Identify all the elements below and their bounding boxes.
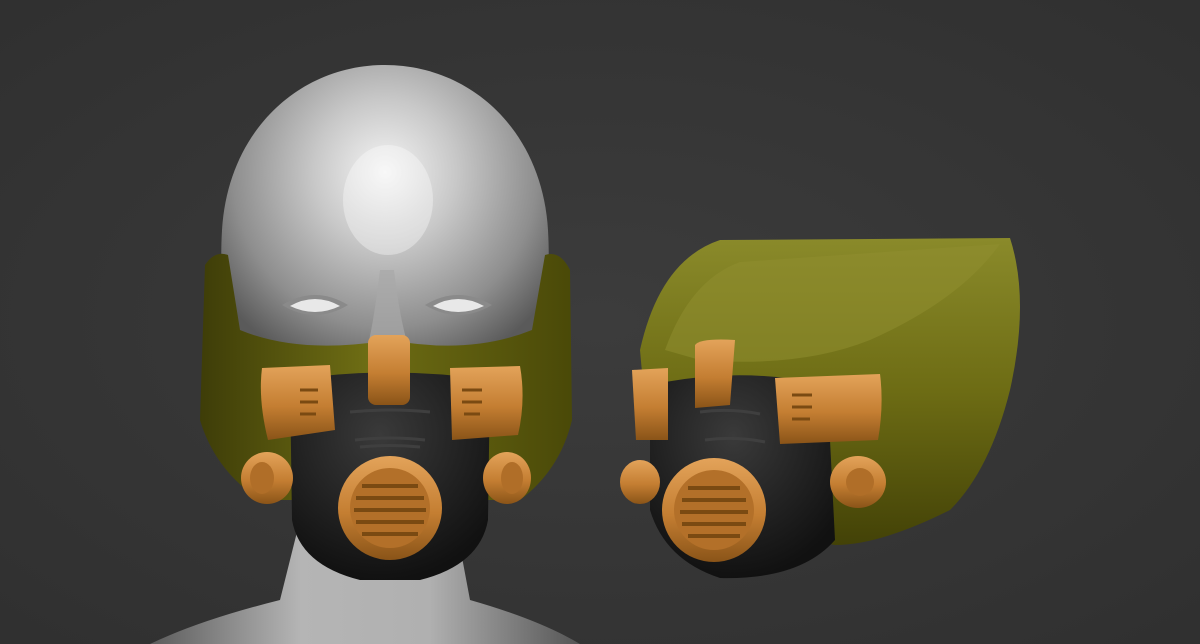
side-plate-right-right-view (775, 374, 882, 444)
filter-canister-right-view (662, 458, 766, 562)
sculpt-render-canvas (0, 0, 1200, 644)
nose-clip (368, 335, 410, 405)
side-valve-left (241, 452, 293, 504)
side-plate-left (260, 365, 335, 440)
filter-canister (338, 456, 442, 560)
background (0, 0, 1200, 644)
side-plate-left-right-view (632, 368, 668, 440)
render-svg (0, 0, 1200, 644)
side-valve-left-right-view (620, 460, 660, 504)
side-valve-right-right-view (830, 456, 886, 508)
side-plate-right (450, 366, 523, 440)
nose-clip-right (695, 339, 735, 408)
side-valve-right (483, 452, 531, 504)
forehead-highlight (343, 145, 433, 255)
